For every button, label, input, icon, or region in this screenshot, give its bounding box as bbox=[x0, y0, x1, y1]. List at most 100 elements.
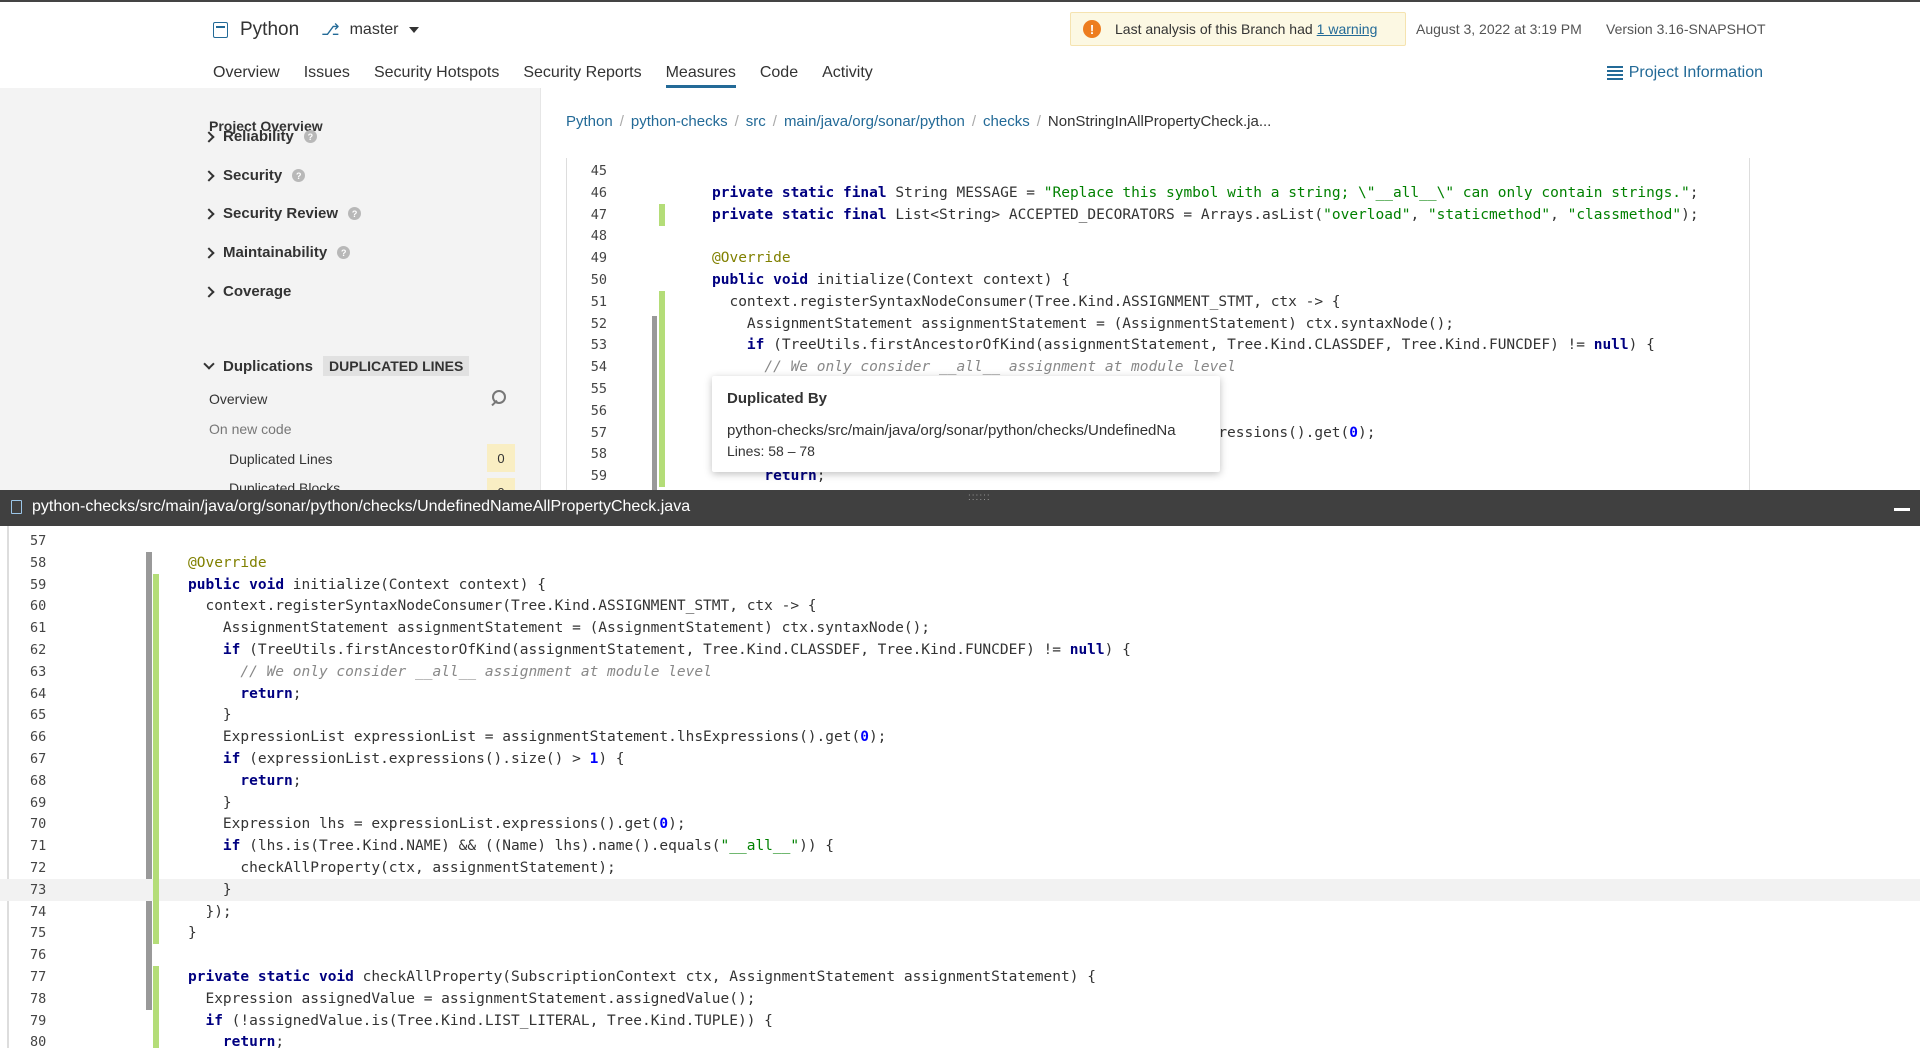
duplicated-blocks-item[interactable]: Duplicated Blocks bbox=[229, 480, 340, 490]
tab-issues[interactable]: Issues bbox=[304, 64, 350, 88]
branch-icon: ⎇ bbox=[321, 22, 340, 39]
line-number[interactable]: 62 bbox=[30, 639, 46, 661]
code-line: 45 bbox=[567, 160, 1749, 182]
line-number[interactable]: 50 bbox=[567, 269, 607, 291]
workspace-file-path[interactable]: python-checks/src/main/java/org/sonar/py… bbox=[32, 498, 690, 516]
line-number[interactable]: 63 bbox=[30, 661, 46, 683]
line-number[interactable]: 49 bbox=[567, 247, 607, 269]
line-number[interactable]: 45 bbox=[567, 160, 607, 182]
breadcrumb-separator: / bbox=[1036, 113, 1041, 130]
project-name[interactable]: Python bbox=[240, 19, 299, 41]
duplications-overview[interactable]: Overview bbox=[209, 391, 267, 407]
line-number[interactable]: 75 bbox=[30, 922, 46, 944]
duplicated-file-link[interactable]: python-checks/src/main/java/org/sonar/py… bbox=[727, 422, 1212, 439]
line-number[interactable]: 52 bbox=[567, 313, 607, 335]
line-number[interactable]: 64 bbox=[30, 683, 46, 705]
resize-handle[interactable]: :::::: bbox=[968, 492, 991, 503]
code-line: 48 bbox=[567, 225, 1749, 247]
line-number[interactable]: 70 bbox=[30, 813, 46, 835]
breadcrumb-item[interactable]: python-checks bbox=[631, 113, 728, 130]
line-number[interactable]: 80 bbox=[30, 1031, 46, 1048]
tab-activity[interactable]: Activity bbox=[822, 64, 873, 88]
breadcrumb-item[interactable]: src bbox=[746, 113, 766, 130]
main-nav: Overview Issues Security Hotspots Security … bbox=[213, 64, 897, 88]
line-number[interactable]: 69 bbox=[30, 792, 46, 814]
help-icon[interactable]: ? bbox=[292, 169, 306, 182]
line-code: public void initialize(Context context) … bbox=[188, 576, 546, 593]
line-number[interactable]: 47 bbox=[567, 204, 607, 226]
line-number[interactable]: 55 bbox=[567, 378, 607, 400]
code-line: 66 ExpressionList expressionList = assig… bbox=[0, 726, 1920, 748]
tab-code[interactable]: Code bbox=[760, 64, 798, 88]
tab-measures[interactable]: Measures bbox=[665, 64, 736, 88]
help-icon[interactable]: ? bbox=[337, 246, 351, 259]
line-number[interactable]: 58 bbox=[567, 443, 607, 465]
line-code: if (!assignedValue.is(Tree.Kind.LIST_LIT… bbox=[205, 1012, 773, 1029]
sidebar-item-maintainability[interactable]: Maintainability? bbox=[203, 244, 351, 261]
line-number[interactable]: 79 bbox=[30, 1010, 46, 1032]
code-line: 62 if (TreeUtils.firstAncestorOfKind(ass… bbox=[0, 639, 1920, 661]
line-number[interactable]: 59 bbox=[30, 574, 46, 596]
warning-link[interactable]: 1 warning bbox=[1317, 21, 1378, 37]
line-number[interactable]: 74 bbox=[30, 901, 46, 923]
line-number[interactable]: 60 bbox=[30, 595, 46, 617]
coverage-marker bbox=[153, 660, 159, 683]
line-number[interactable]: 53 bbox=[567, 334, 607, 356]
chevron-right-icon bbox=[203, 285, 215, 298]
tab-security-reports[interactable]: Security Reports bbox=[523, 64, 641, 88]
sidebar-item-coverage[interactable]: Coverage bbox=[203, 283, 291, 300]
line-code: if (expressionList.expressions().size() … bbox=[222, 751, 625, 767]
line-code: @Override bbox=[712, 250, 791, 267]
breadcrumb-current: NonStringInAllPropertyCheck.ja... bbox=[1047, 113, 1272, 130]
line-number[interactable]: 66 bbox=[30, 726, 46, 748]
line-code: } bbox=[188, 881, 232, 898]
line-number[interactable]: 58 bbox=[30, 552, 46, 574]
breadcrumb-item[interactable]: Python bbox=[566, 113, 613, 130]
code-line: 71 if (lhs.is(Tree.Kind.NAME) && ((Name)… bbox=[0, 835, 1920, 857]
help-icon[interactable]: ? bbox=[348, 207, 362, 220]
code-line: 78 Expression assignedValue = assignment… bbox=[0, 988, 1920, 1010]
project-information-link[interactable]: Project Information bbox=[1606, 64, 1763, 82]
line-number[interactable]: 68 bbox=[30, 770, 46, 792]
sidebar-item-duplications[interactable]: Duplications DUPLICATED LINES bbox=[203, 356, 470, 376]
breadcrumb-item[interactable]: main/java/org/sonar/python bbox=[784, 113, 965, 130]
sidebar-item-reliability[interactable]: Reliability? bbox=[203, 128, 317, 145]
minimize-icon[interactable] bbox=[1894, 508, 1910, 511]
sidebar-item-security-review[interactable]: Security Review? bbox=[203, 205, 362, 222]
coverage-marker bbox=[153, 813, 159, 836]
line-number[interactable]: 78 bbox=[30, 988, 46, 1010]
chevron-down-icon bbox=[203, 358, 215, 370]
line-code: return; bbox=[222, 1034, 285, 1048]
line-number[interactable]: 77 bbox=[30, 966, 46, 988]
line-number[interactable]: 56 bbox=[567, 400, 607, 422]
sidebar-item-security[interactable]: Security? bbox=[203, 167, 306, 184]
line-number[interactable]: 65 bbox=[30, 704, 46, 726]
line-number[interactable]: 61 bbox=[30, 617, 46, 639]
chevron-right-icon bbox=[203, 130, 215, 143]
help-icon[interactable]: ? bbox=[303, 130, 317, 143]
line-number[interactable]: 59 bbox=[567, 465, 607, 487]
line-number[interactable]: 71 bbox=[30, 835, 46, 857]
line-number[interactable]: 54 bbox=[567, 356, 607, 378]
coverage-marker bbox=[153, 748, 159, 770]
duplicated-lines-item[interactable]: Duplicated Lines bbox=[229, 451, 333, 467]
branch-selector[interactable]: ⎇ master bbox=[321, 20, 419, 40]
duplicated-lines-range: Lines: 58 – 78 bbox=[727, 443, 815, 459]
code-line: 73 } bbox=[0, 878, 1920, 901]
line-number[interactable]: 73 bbox=[30, 879, 46, 901]
line-number[interactable]: 48 bbox=[567, 225, 607, 247]
tab-overview[interactable]: Overview bbox=[213, 64, 280, 88]
line-number[interactable]: 72 bbox=[30, 857, 46, 879]
coverage-marker bbox=[153, 1009, 159, 1032]
file-icon bbox=[11, 500, 22, 514]
tab-security-hotspots[interactable]: Security Hotspots bbox=[374, 64, 499, 88]
line-number[interactable]: 57 bbox=[567, 422, 607, 444]
line-number[interactable]: 76 bbox=[30, 944, 46, 966]
search-icon[interactable] bbox=[490, 390, 506, 406]
chevron-right-icon bbox=[203, 207, 215, 220]
breadcrumb-item[interactable]: checks bbox=[983, 113, 1030, 130]
line-number[interactable]: 57 bbox=[30, 530, 46, 552]
line-number[interactable]: 67 bbox=[30, 748, 46, 770]
line-number[interactable]: 46 bbox=[567, 182, 607, 204]
line-number[interactable]: 51 bbox=[567, 291, 607, 313]
